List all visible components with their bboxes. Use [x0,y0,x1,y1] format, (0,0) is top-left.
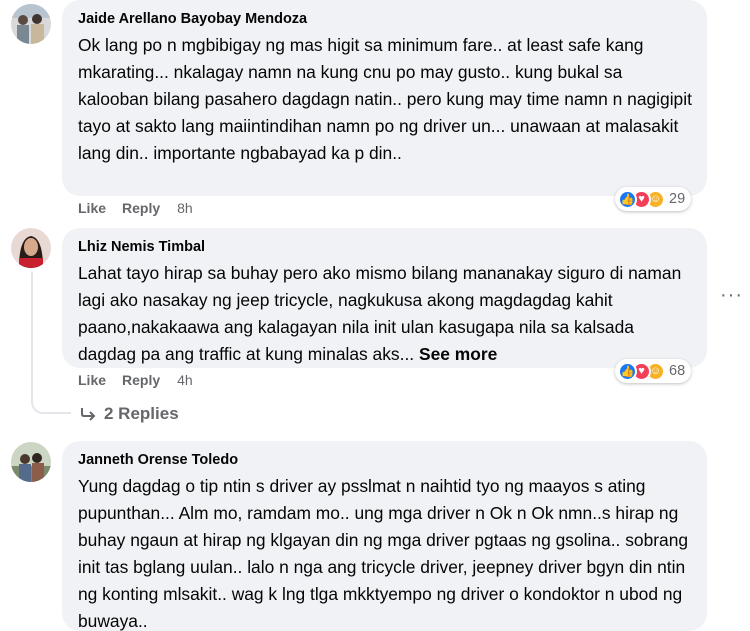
reaction-summary[interactable]: 👍 ♥ ☺ 29 [615,187,692,211]
comment-bubble: Lhiz Nemis Timbal Lahat tayo hirap sa bu… [62,228,707,368]
comment-text: Yung dagdag o tip ntin s driver ay psslm… [78,476,689,631]
like-button[interactable]: Like [78,200,106,216]
reaction-count: 68 [669,363,686,379]
comment-text: Ok lang po n mgbibigay ng mas higit sa m… [78,35,692,163]
comment-actions: Like Reply 4h [78,372,193,388]
avatar-photo-icon [11,4,51,44]
comment-author[interactable]: Jaide Arellano Bayobay Mendoza [78,9,693,29]
reply-button[interactable]: Reply [122,372,160,388]
avatar-photo-icon [11,228,51,268]
avatar[interactable] [11,442,51,482]
more-options-icon[interactable]: ··· [720,284,743,307]
view-replies-button[interactable]: 2 Replies [80,404,179,424]
like-reaction-icon: 👍 [618,189,637,209]
avatar[interactable] [11,4,51,44]
reply-button[interactable]: Reply [122,200,160,216]
comment-text-body: Lahat tayo hirap sa buhay pero ako mismo… [78,263,682,364]
reply-arrow-icon [81,408,96,421]
avatar[interactable] [11,228,51,268]
like-button[interactable]: Like [78,372,106,388]
comment-bubble: Jaide Arellano Bayobay Mendoza Ok lang p… [62,0,707,196]
comment-text: Lahat tayo hirap sa buhay pero ako mismo… [78,260,693,368]
thread-line [31,272,33,402]
comment-author[interactable]: Janneth Orense Toledo [78,450,693,470]
comment-bubble: Janneth Orense Toledo Yung dagdag o tip … [62,441,707,631]
comment-timestamp[interactable]: 4h [177,372,193,388]
replies-count-label: 2 Replies [104,404,179,423]
thread-curve [31,390,71,414]
avatar-photo-icon [11,442,51,482]
comment-timestamp[interactable]: 8h [177,200,193,216]
see-more-link[interactable]: See more [419,344,497,364]
comment-actions: Like Reply 8h [78,200,193,216]
reaction-summary[interactable]: 👍 ♥ ☺ 68 [615,359,692,383]
comment-author[interactable]: Lhiz Nemis Timbal [78,237,693,257]
like-reaction-icon: 👍 [618,361,637,381]
reaction-count: 29 [669,191,686,207]
